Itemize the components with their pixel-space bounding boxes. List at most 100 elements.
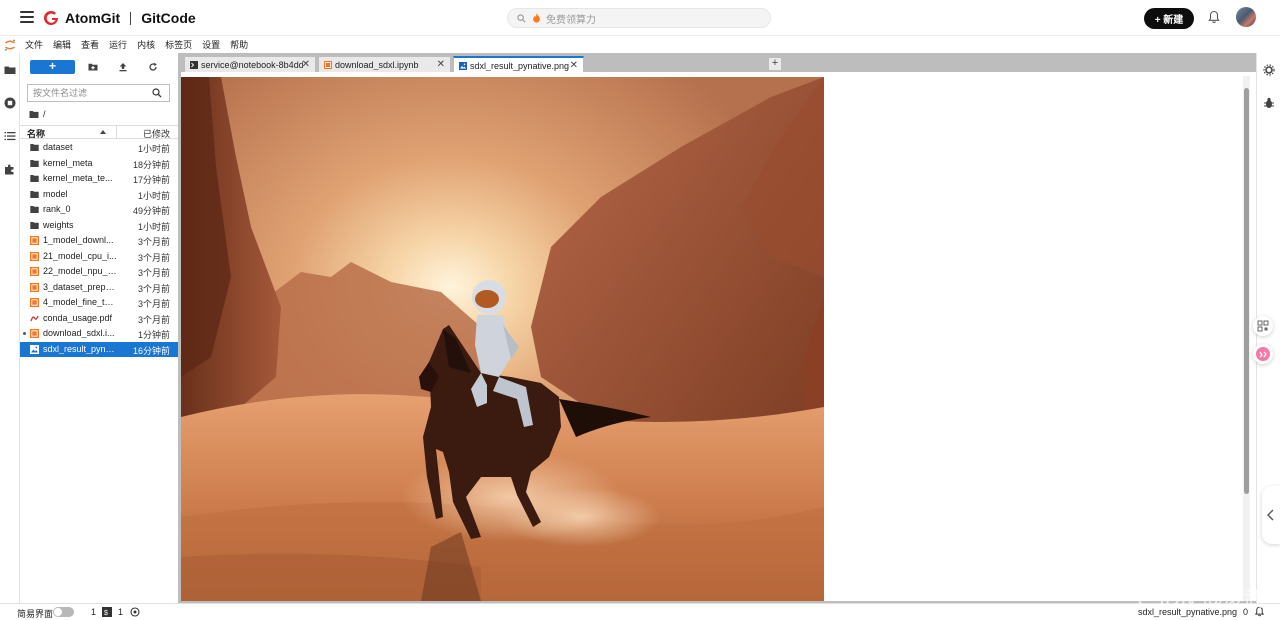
file-row[interactable]: kernel_meta 18分钟前 <box>20 156 178 172</box>
breadcrumb[interactable]: / <box>29 109 46 119</box>
file-name: model <box>43 188 68 199</box>
file-filter-input[interactable]: 按文件名过滤 <box>27 84 170 102</box>
menu-hamburger-icon[interactable] <box>20 11 34 23</box>
file-row[interactable]: 3_dataset_prepa... 3个月前 <box>20 280 178 296</box>
file-name: download_sdxl.i... <box>43 328 115 338</box>
notification-bell-icon[interactable] <box>1207 10 1221 24</box>
property-inspector-gear-icon[interactable] <box>1263 64 1275 76</box>
folder-icon <box>30 206 39 213</box>
file-name: dataset <box>43 142 73 152</box>
column-divider[interactable] <box>116 126 117 138</box>
global-search-input[interactable]: 免费领算力 <box>507 8 771 28</box>
file-row[interactable]: 4_model_fine_tu... 3个月前 <box>20 295 178 311</box>
menu-view[interactable]: 查看 <box>81 38 99 51</box>
file-row[interactable]: sdxl_result_pyna... 16分钟前 <box>20 341 178 357</box>
collapse-panel-button[interactable] <box>1262 486 1280 544</box>
file-name: rank_0 <box>43 204 71 214</box>
file-row[interactable]: conda_usage.pdf 3个月前 <box>20 311 178 327</box>
column-name-header[interactable]: 名称 <box>27 127 45 140</box>
brand-secondary: GitCode <box>141 10 196 26</box>
new-launcher-button[interactable]: + <box>30 60 75 74</box>
folder-icon[interactable] <box>4 64 16 76</box>
search-icon <box>152 88 162 98</box>
jupyter-menubar: 文件 编辑 查看 运行 内核 标签页 设置 帮助 <box>0 36 1280 53</box>
image-viewer <box>181 72 1256 603</box>
assistant-button[interactable] <box>1253 344 1273 364</box>
file-row[interactable]: dataset 1小时前 <box>20 140 178 156</box>
file-browser-panel: + 按文件名过滤 / 名称 已修改 dataset 1小时前 kernel_meta… <box>20 53 178 603</box>
file-row[interactable]: rank_0 49分钟前 <box>20 202 178 218</box>
fire-icon <box>533 13 540 23</box>
file-modified: 1小时前 <box>137 144 170 154</box>
close-icon[interactable]: ✕ <box>437 59 445 70</box>
new-button[interactable]: + 新建 <box>1144 8 1194 29</box>
menu-kernel[interactable]: 内核 <box>137 38 155 51</box>
running-indicator <box>23 332 26 335</box>
file-row[interactable]: kernel_meta_te... 17分钟前 <box>20 171 178 187</box>
file-row[interactable]: 21_model_cpu_i... 3个月前 <box>20 249 178 265</box>
tab-terminal[interactable]: service@notebook-8b4dd: ✕ <box>184 56 316 72</box>
menu-edit[interactable]: 编辑 <box>53 38 71 51</box>
file-browser-toolbar: + <box>20 59 178 75</box>
file-name: 21_model_cpu_i... <box>43 250 117 261</box>
new-folder-icon[interactable] <box>88 62 98 72</box>
menu-tabs[interactable]: 标签页 <box>165 38 192 51</box>
image-icon <box>30 344 39 354</box>
user-avatar[interactable] <box>1236 7 1256 27</box>
vertical-scrollbar-thumb[interactable] <box>1244 88 1249 494</box>
file-modified: 1小时前 <box>137 221 170 232</box>
notebook-icon <box>30 282 39 292</box>
file-name: weights <box>43 219 74 230</box>
notebook-icon <box>324 60 332 69</box>
running-kernels-icon[interactable] <box>4 97 16 109</box>
debugger-bug-icon[interactable] <box>1263 97 1275 109</box>
generated-image[interactable] <box>181 77 824 601</box>
tab-label: download_sdxl.ipynb <box>335 59 419 70</box>
terminal-icon <box>190 60 198 69</box>
search-placeholder: 免费领算力 <box>546 14 596 26</box>
folder-icon <box>30 190 39 198</box>
chevron-left-icon <box>1267 509 1274 521</box>
column-modified-header[interactable]: 已修改 <box>143 127 170 140</box>
simple-mode-label: 简易界面 <box>17 609 54 619</box>
terminal-count[interactable]: 1 <box>91 607 96 617</box>
brand-divider <box>130 11 132 25</box>
file-modified: 3个月前 <box>137 268 170 278</box>
table-of-contents-icon[interactable] <box>4 130 16 142</box>
file-row[interactable]: 1_model_downl... 3个月前 <box>20 233 178 249</box>
file-name: sdxl_result_pyna... <box>43 343 117 354</box>
refresh-icon[interactable] <box>148 62 158 72</box>
file-name: 3_dataset_prepa... <box>43 281 117 292</box>
close-icon[interactable]: ✕ <box>302 59 310 70</box>
csdn-watermark: CSDN @凌武 <box>1137 587 1265 611</box>
tab-image-viewer[interactable]: sdxl_result_pynative.png ✕ <box>453 56 584 73</box>
file-modified: 3个月前 <box>137 283 170 294</box>
menu-help[interactable]: 帮助 <box>230 38 248 51</box>
menu-settings[interactable]: 设置 <box>202 38 220 51</box>
site-logo[interactable]: AtomGit GitCode <box>43 8 196 28</box>
atomgit-logo-icon <box>44 11 58 25</box>
close-icon[interactable]: ✕ <box>570 60 578 71</box>
file-row[interactable]: model 1小时前 <box>20 187 178 203</box>
extension-puzzle-icon[interactable] <box>4 163 16 175</box>
notebook-icon <box>30 267 39 276</box>
menu-file[interactable]: 文件 <box>25 38 43 51</box>
file-modified: 3个月前 <box>137 299 170 309</box>
folder-icon <box>30 221 39 229</box>
file-row[interactable]: download_sdxl.i... 1分钟前 <box>20 326 178 342</box>
folder-icon <box>30 144 39 151</box>
tab-notebook[interactable]: download_sdxl.ipynb ✕ <box>318 56 451 72</box>
qr-code-button[interactable] <box>1253 316 1273 336</box>
kernel-count[interactable]: 1 <box>118 607 123 617</box>
menu-run[interactable]: 运行 <box>109 38 127 51</box>
tab-label: service@notebook-8b4dd: <box>201 59 303 70</box>
breadcrumb-root[interactable]: / <box>43 109 46 119</box>
file-row[interactable]: 22_model_npu_i... 3个月前 <box>20 264 178 280</box>
upload-icon[interactable] <box>118 62 128 72</box>
image-icon <box>459 61 467 70</box>
add-tab-button[interactable]: + <box>768 57 782 71</box>
file-row[interactable]: weights 1小时前 <box>20 218 178 234</box>
file-filter-placeholder: 按文件名过滤 <box>33 88 88 98</box>
simple-mode-toggle[interactable] <box>53 607 74 617</box>
qr-code-icon <box>1257 320 1269 332</box>
